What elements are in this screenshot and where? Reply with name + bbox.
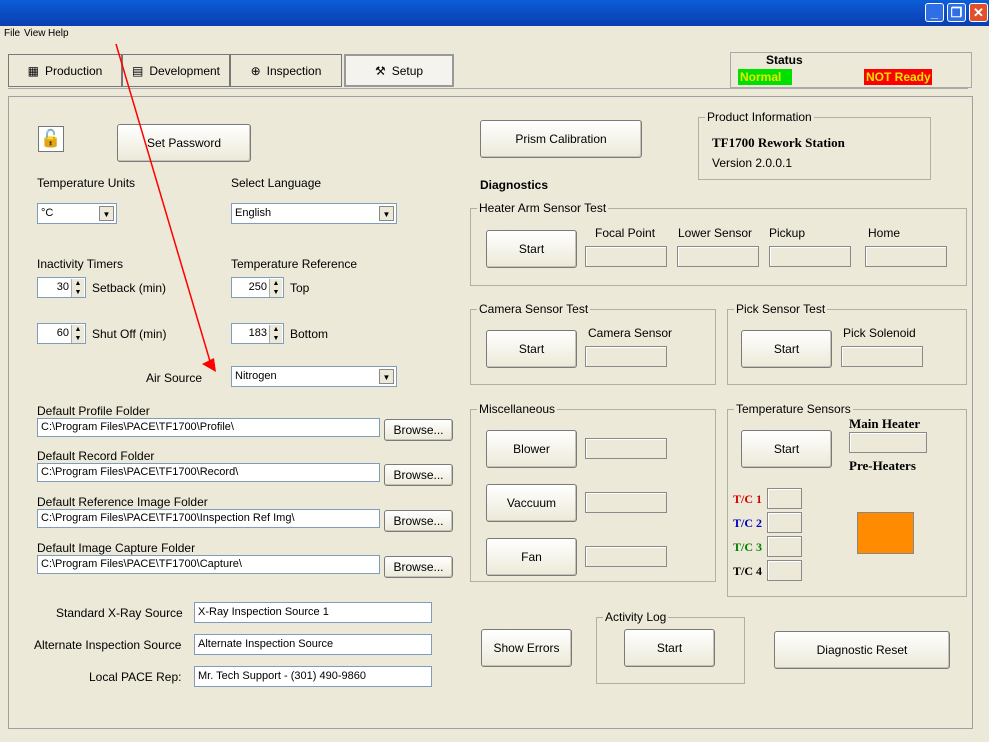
annotation-arrow-line (115, 43, 213, 369)
annotation-arrow (115, 43, 216, 372)
